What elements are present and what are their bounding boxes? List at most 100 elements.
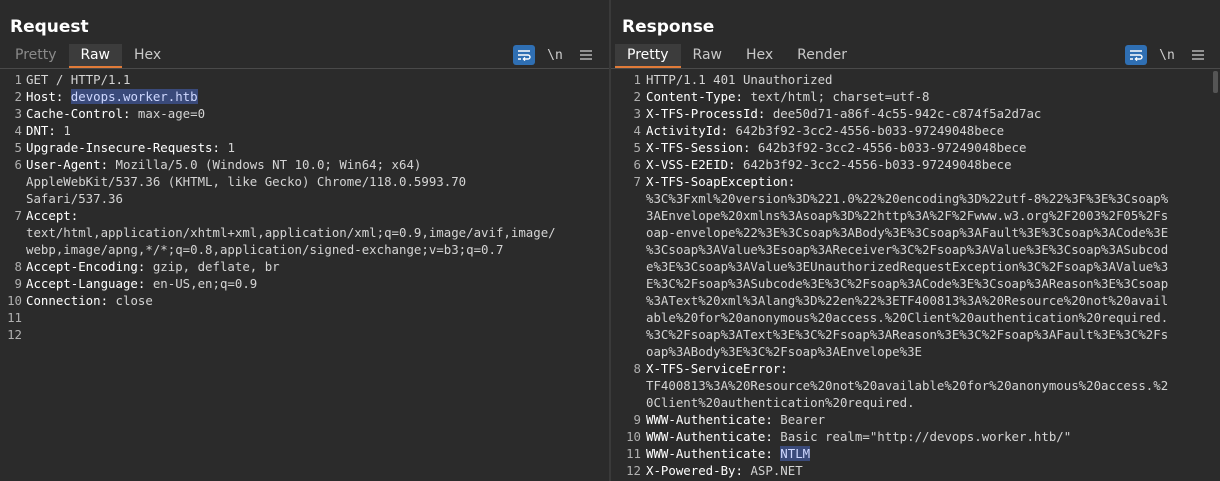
line-number: 6 [14,157,22,172]
header-name: X-TFS-SoapException: [646,174,796,189]
header-value: en-US,en;q=0.9 [152,276,258,291]
response-toolbar: \n [1125,44,1218,66]
code-line: 9 Accept-Language: en-US,en;q=0.9 [0,275,609,292]
code-line: 8 X-TFS-ServiceError: TF400813%3A%20Resou… [611,360,1220,411]
line-content: Accept-Encoding: gzip, deflate, br [22,258,607,275]
request-toolbar: \n [513,44,606,66]
show-newlines-toggle[interactable]: \n [544,45,566,65]
hamburger-menu-icon[interactable] [1187,45,1209,65]
line-number: 6 [633,157,641,172]
line-content: Connection: close [22,292,607,309]
line-text: GET / HTTP/1.1 [26,72,131,87]
code-line: 7 X-TFS-SoapException: %3C%3Fxml%20versio… [611,173,1220,360]
code-line: 8 Accept-Encoding: gzip, deflate, br [0,258,609,275]
header-value: TF400813%3A%20Resource%20not%20available… [646,378,1169,410]
request-pane: Request Pretty Raw Hex \n 1 GET / HTTP/1.1 2… [0,0,609,481]
header-value: text/html; charset=utf-8 [750,89,930,104]
line-content: Upgrade-Insecure-Requests: 1 [22,139,607,156]
word-wrap-icon[interactable] [1125,45,1147,65]
tab-render[interactable]: Render [785,44,859,68]
code-line: 4 ActivityId: 642b3f92-3cc2-4556-b033-972… [611,122,1220,139]
line-number: 2 [14,89,22,104]
header-name: Accept: [26,208,79,223]
response-pane: Response Pretty Raw Hex Render \n 1 HTTP/1.1… [611,0,1220,481]
header-value: 642b3f92-3cc2-4556-b033-97249048bece [757,140,1027,155]
header-value: close [115,293,153,308]
hamburger-menu-icon[interactable] [575,45,597,65]
header-name: ActivityId: [646,123,729,138]
tab-pretty[interactable]: Pretty [615,44,681,68]
code-line: 3 X-TFS-ProcessId: dee50d71-a86f-4c55-942… [611,105,1220,122]
header-name: User-Agent: [26,157,109,172]
header-name: DNT: [26,123,56,138]
line-text: HTTP/1.1 401 Unauthorized [646,72,833,87]
line-content: X-VSS-E2EID: 642b3f92-3cc2-4556-b033-972… [641,156,1211,173]
show-newlines-toggle[interactable]: \n [1156,45,1178,65]
code-line: 1 GET / HTTP/1.1 [0,71,609,88]
header-name: Upgrade-Insecure-Requests: [26,140,220,155]
line-number: 5 [14,140,22,155]
header-value: Basic realm="http://devops.worker.htb/" [780,429,1072,444]
header-value: dee50d71-a86f-4c55-942c-c874f5a2d7ac [772,106,1042,121]
tab-underline-rule [611,68,1220,69]
header-value: 642b3f92-3cc2-4556-b033-97249048bece [743,157,1012,172]
line-content: WWW-Authenticate: Bearer [641,411,1211,428]
line-content: X-TFS-ProcessId: dee50d71-a86f-4c55-942c… [641,105,1211,122]
line-number: 8 [14,259,22,274]
line-content [22,309,607,326]
response-scrollbar[interactable] [1213,71,1218,93]
line-content [22,326,607,343]
line-content: X-TFS-ServiceError: TF400813%3A%20Resour… [641,360,1211,411]
response-editor[interactable]: 1 HTTP/1.1 401 Unauthorized 2 Content-Type:… [611,71,1220,481]
tab-raw[interactable]: Raw [68,44,122,68]
header-name: WWW-Authenticate: [646,446,773,461]
line-number: 1 [633,72,641,87]
line-content: X-TFS-SoapException: %3C%3Fxml%20version… [641,173,1211,360]
line-number: 12 [626,463,641,478]
header-name: WWW-Authenticate: [646,412,773,427]
tab-hex[interactable]: Hex [734,44,785,68]
line-content: HTTP/1.1 401 Unauthorized [641,71,1211,88]
tab-raw[interactable]: Raw [681,44,734,68]
line-number: 5 [633,140,641,155]
code-line: 6 X-VSS-E2EID: 642b3f92-3cc2-4556-b033-97… [611,156,1220,173]
line-content: Cache-Control: max-age=0 [22,105,607,122]
code-line: 11 [0,309,609,326]
word-wrap-icon[interactable] [513,45,535,65]
header-value: max-age=0 [137,106,206,121]
header-value: %3C%3Fxml%20version%3D%221.0%22%20encodi… [646,191,1169,359]
line-content: Accept-Language: en-US,en;q=0.9 [22,275,607,292]
line-number: 7 [633,174,641,189]
request-editor[interactable]: 1 GET / HTTP/1.1 2 Host: devops.worker.htb 3… [0,71,609,481]
line-content: X-TFS-Session: 642b3f92-3cc2-4556-b033-9… [641,139,1211,156]
line-number: 9 [14,276,22,291]
header-name: Connection: [26,293,109,308]
header-value: 1 [227,140,235,155]
line-number: 11 [626,446,641,461]
header-value: Bearer [780,412,826,427]
header-name: Cache-Control: [26,106,131,121]
header-name: Accept-Encoding: [26,259,146,274]
header-value: ASP.NET [750,463,803,478]
line-content: Accept: text/html,application/xhtml+xml,… [22,207,607,258]
line-content: ActivityId: 642b3f92-3cc2-4556-b033-9724… [641,122,1211,139]
header-name: Accept-Language: [26,276,146,291]
header-name: X-TFS-ServiceError: [646,361,788,376]
request-tabs: Pretty Raw Hex [3,44,173,68]
code-line: 11 WWW-Authenticate: NTLM [611,445,1220,462]
header-name: Host: [26,89,64,104]
line-number: 3 [633,106,641,121]
header-value: gzip, deflate, br [152,259,280,274]
tab-pretty[interactable]: Pretty [3,44,69,68]
header-value: 1 [63,123,71,138]
response-tabs: Pretty Raw Hex Render [615,44,859,68]
header-value: 642b3f92-3cc2-4556-b033-97249048bece [735,123,1005,138]
line-content: WWW-Authenticate: NTLM [641,445,1211,462]
line-number: 4 [633,123,641,138]
line-number: 7 [14,208,22,223]
code-line: 12 [0,326,609,343]
line-number: 10 [626,429,641,444]
tab-hex[interactable]: Hex [122,44,173,68]
line-content: User-Agent: Mozilla/5.0 (Windows NT 10.0… [22,156,607,207]
header-name: WWW-Authenticate: [646,429,773,444]
